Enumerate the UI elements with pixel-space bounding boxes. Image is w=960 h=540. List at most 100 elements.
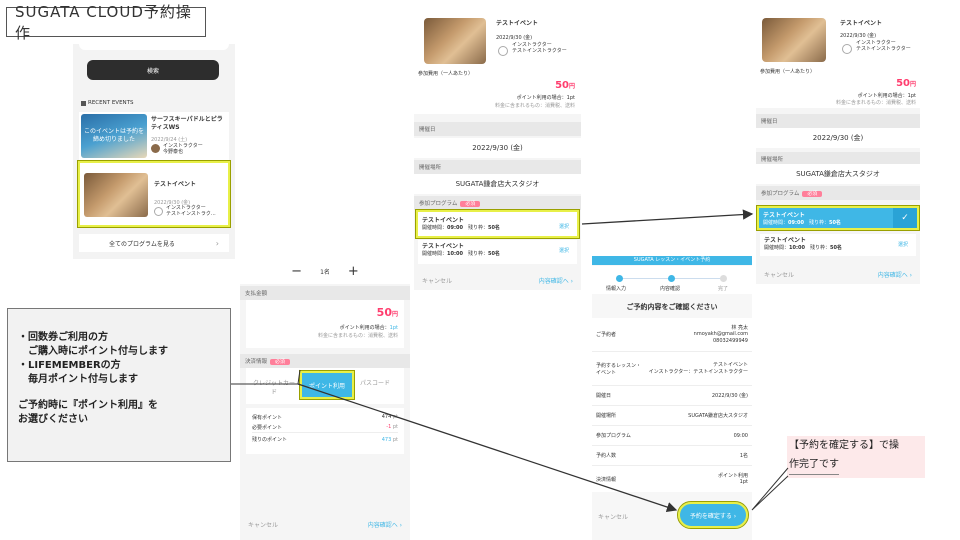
program-item[interactable]: テストイベント 開催時間：10:00 残り枠：50名 選択	[418, 240, 577, 264]
program-time: 10:00	[447, 251, 463, 257]
left-label: 残り枠：	[467, 225, 488, 231]
event-instructor: インストラクター テストインストラクター	[856, 40, 911, 53]
time-label: 開催時間：	[422, 251, 448, 257]
event-name: テストイベント	[154, 181, 197, 188]
event-instructor: インストラクター 今野泰也	[163, 143, 203, 155]
screen-payment: − 1名 + 支払金額 50円 ポイント利用の場合：1pt 料金に含まれるもの：…	[240, 258, 410, 540]
event-header: テストイベント 2022/9/30 (金) インストラクター テストインストラク…	[756, 8, 920, 108]
cancel-button[interactable]: キャンセル	[422, 276, 452, 285]
event-card-surf[interactable]: このイベントは予約を締め切りました サーフスキーパドルとピラティスWS 2022…	[79, 112, 229, 160]
program-item[interactable]: テストイベント 開催時間：09:00 残り枠：50名 選択	[415, 209, 580, 239]
note-line: ・回数券ご利用の方	[18, 332, 108, 343]
minus-button[interactable]: −	[291, 264, 302, 279]
select-button[interactable]: 選択	[559, 223, 569, 230]
select-button[interactable]: 選択	[559, 247, 569, 254]
program-left: 50名	[829, 245, 842, 251]
tab-credit-card[interactable]: クレジットカード	[252, 378, 296, 396]
tab-point-use[interactable]: ポイント利用	[299, 370, 355, 400]
points-note-label: ポイント利用の場合：	[339, 325, 390, 331]
search-button[interactable]: 検索	[87, 60, 219, 80]
step-label: 情報入力	[606, 286, 627, 292]
arrow-connector	[581, 209, 754, 225]
price-display: 50円	[896, 78, 916, 89]
step-label: 内容確認	[660, 286, 681, 292]
row-value: 1名	[739, 453, 748, 459]
cancel-button[interactable]: キャンセル	[598, 512, 628, 521]
time-label: 開催時間：	[422, 225, 448, 231]
confirm-row: 予約するレッスン・イベント テストイベント インストラクター：テストインストラクタ…	[592, 352, 752, 386]
price-value: 50	[376, 306, 392, 319]
next-button[interactable]: 内容確認へ ›	[368, 520, 402, 529]
method-tabs: クレジットカード ポイント利用 パスコード	[246, 368, 404, 404]
footer-bar: キャンセル 内容確認へ ›	[240, 520, 410, 529]
footer-bar: キャンセル 内容確認へ ›	[414, 276, 581, 285]
confirm-row: 開催場所 SUGATA鎌倉店大スタジオ	[592, 406, 752, 426]
tax-note: 料金に含まれるもの：消費税、送料	[494, 103, 575, 109]
price-unit: 円	[568, 83, 575, 90]
points-note: ポイント利用の場合：1pt	[857, 93, 916, 99]
confirm-row: ご予約者 林 亮太 nmoyakh@gmail.com 08032499949	[592, 318, 752, 352]
row-label: 予約人数	[596, 453, 617, 459]
event-card-test[interactable]: テストイベント 2022/9/30 (金) インストラクター テストインストラク…	[77, 160, 231, 228]
program-item[interactable]: テストイベント 開催時間：10:00 残り枠：50名 選択	[760, 234, 916, 256]
required-badge: 必須	[802, 191, 823, 197]
price-value: 50	[555, 80, 569, 91]
note-line: ご購入時にポイント付与します	[18, 346, 168, 357]
row-value: 09:00	[733, 432, 748, 439]
cancel-button[interactable]: キャンセル	[764, 270, 794, 279]
event-instructor: インストラクター テストインストラクター	[512, 42, 567, 55]
program-meta: 開催時間：10:00 残り枠：50名	[422, 250, 573, 257]
program-left: 50名	[828, 220, 841, 226]
program-name: テストイベント	[764, 237, 807, 244]
cancel-button[interactable]: キャンセル	[248, 520, 278, 529]
points-summary: 保有ポイント 474 pt 必要ポイント -1 pt 残りのポイント 473 pt	[246, 408, 404, 454]
date-section-header: 開催日	[756, 114, 920, 128]
program-item-selected[interactable]: テストイベント 開催時間：09:00 残り枠：50名 ✓	[756, 205, 920, 231]
event-name: サーフスキーパドルとピラティスWS	[151, 116, 223, 131]
screen-program-selected: テストイベント 2022/9/30 (金) インストラクター テストインストラク…	[756, 8, 920, 284]
callout-pointer	[751, 467, 789, 511]
left-label: 残り枠：	[808, 220, 829, 226]
needed-points-value: -1	[386, 424, 392, 430]
tab-passcode[interactable]: パスコード	[360, 378, 390, 387]
remaining-points-value: 473	[381, 436, 392, 443]
confirm-reservation-button[interactable]: 予約を確定する ›	[677, 501, 749, 529]
price-unit: 円	[391, 311, 398, 318]
page-title: SUGATA CLOUD予約操作	[6, 3, 206, 42]
required-badge: 必須	[270, 359, 291, 365]
step-dot-current	[668, 275, 675, 282]
event-image	[424, 18, 486, 64]
time-label: 開催時間：	[763, 220, 789, 226]
note-line: 【予約を確定する】で操	[789, 440, 899, 451]
points-note-value: 1pt	[389, 325, 398, 331]
fee-label: 参加費用（一人あたり）	[760, 69, 816, 75]
row-value: 林 亮太 nmoyakh@gmail.com 08032499949	[693, 324, 748, 344]
select-button[interactable]: 選択	[898, 241, 908, 248]
program-name: テストイベント	[763, 212, 806, 219]
price-card: 50円 ポイント利用の場合：1pt 料金に含まれるもの：消費税、送料	[246, 300, 404, 348]
plus-button[interactable]: +	[348, 264, 359, 279]
tax-note: 料金に含まれるもの：消費税、送料	[835, 100, 916, 106]
event-date: 2022/9/30 (金)	[840, 33, 877, 39]
note-spacer	[18, 387, 230, 399]
completion-callout: 【予約を確定する】で操 作完了です	[787, 436, 925, 478]
row-label: 開催日	[596, 393, 612, 399]
pt-unit: pt	[392, 436, 398, 443]
note-line: ・LIFEMEMBERの方	[18, 360, 121, 371]
held-points-row: 保有ポイント 474 pt	[252, 412, 398, 422]
date-value: 2022/9/30 (金)	[414, 138, 581, 158]
row-value: 2022/9/30 (金)	[711, 393, 748, 399]
step-label: 完了	[718, 286, 729, 292]
program-left: 50名	[487, 225, 500, 231]
next-button[interactable]: 内容確認へ ›	[539, 276, 573, 285]
event-image-surf: このイベントは予約を締め切りました	[81, 114, 147, 158]
date-section-header: 開催日	[414, 122, 581, 136]
required-badge: 必須	[460, 201, 481, 207]
place-value: SUGATA鎌倉店大スタジオ	[756, 164, 920, 184]
all-programs-link[interactable]: 全てのプログラムを見る ›	[79, 234, 229, 252]
app-header: SUGATA レッスン・イベント予約	[592, 256, 752, 265]
held-points-value: 474	[381, 414, 392, 420]
next-button[interactable]: 内容確認へ ›	[878, 270, 912, 279]
program-section-label: 参加プログラム	[419, 201, 458, 207]
quantity-stepper: − 1名 +	[240, 258, 410, 284]
